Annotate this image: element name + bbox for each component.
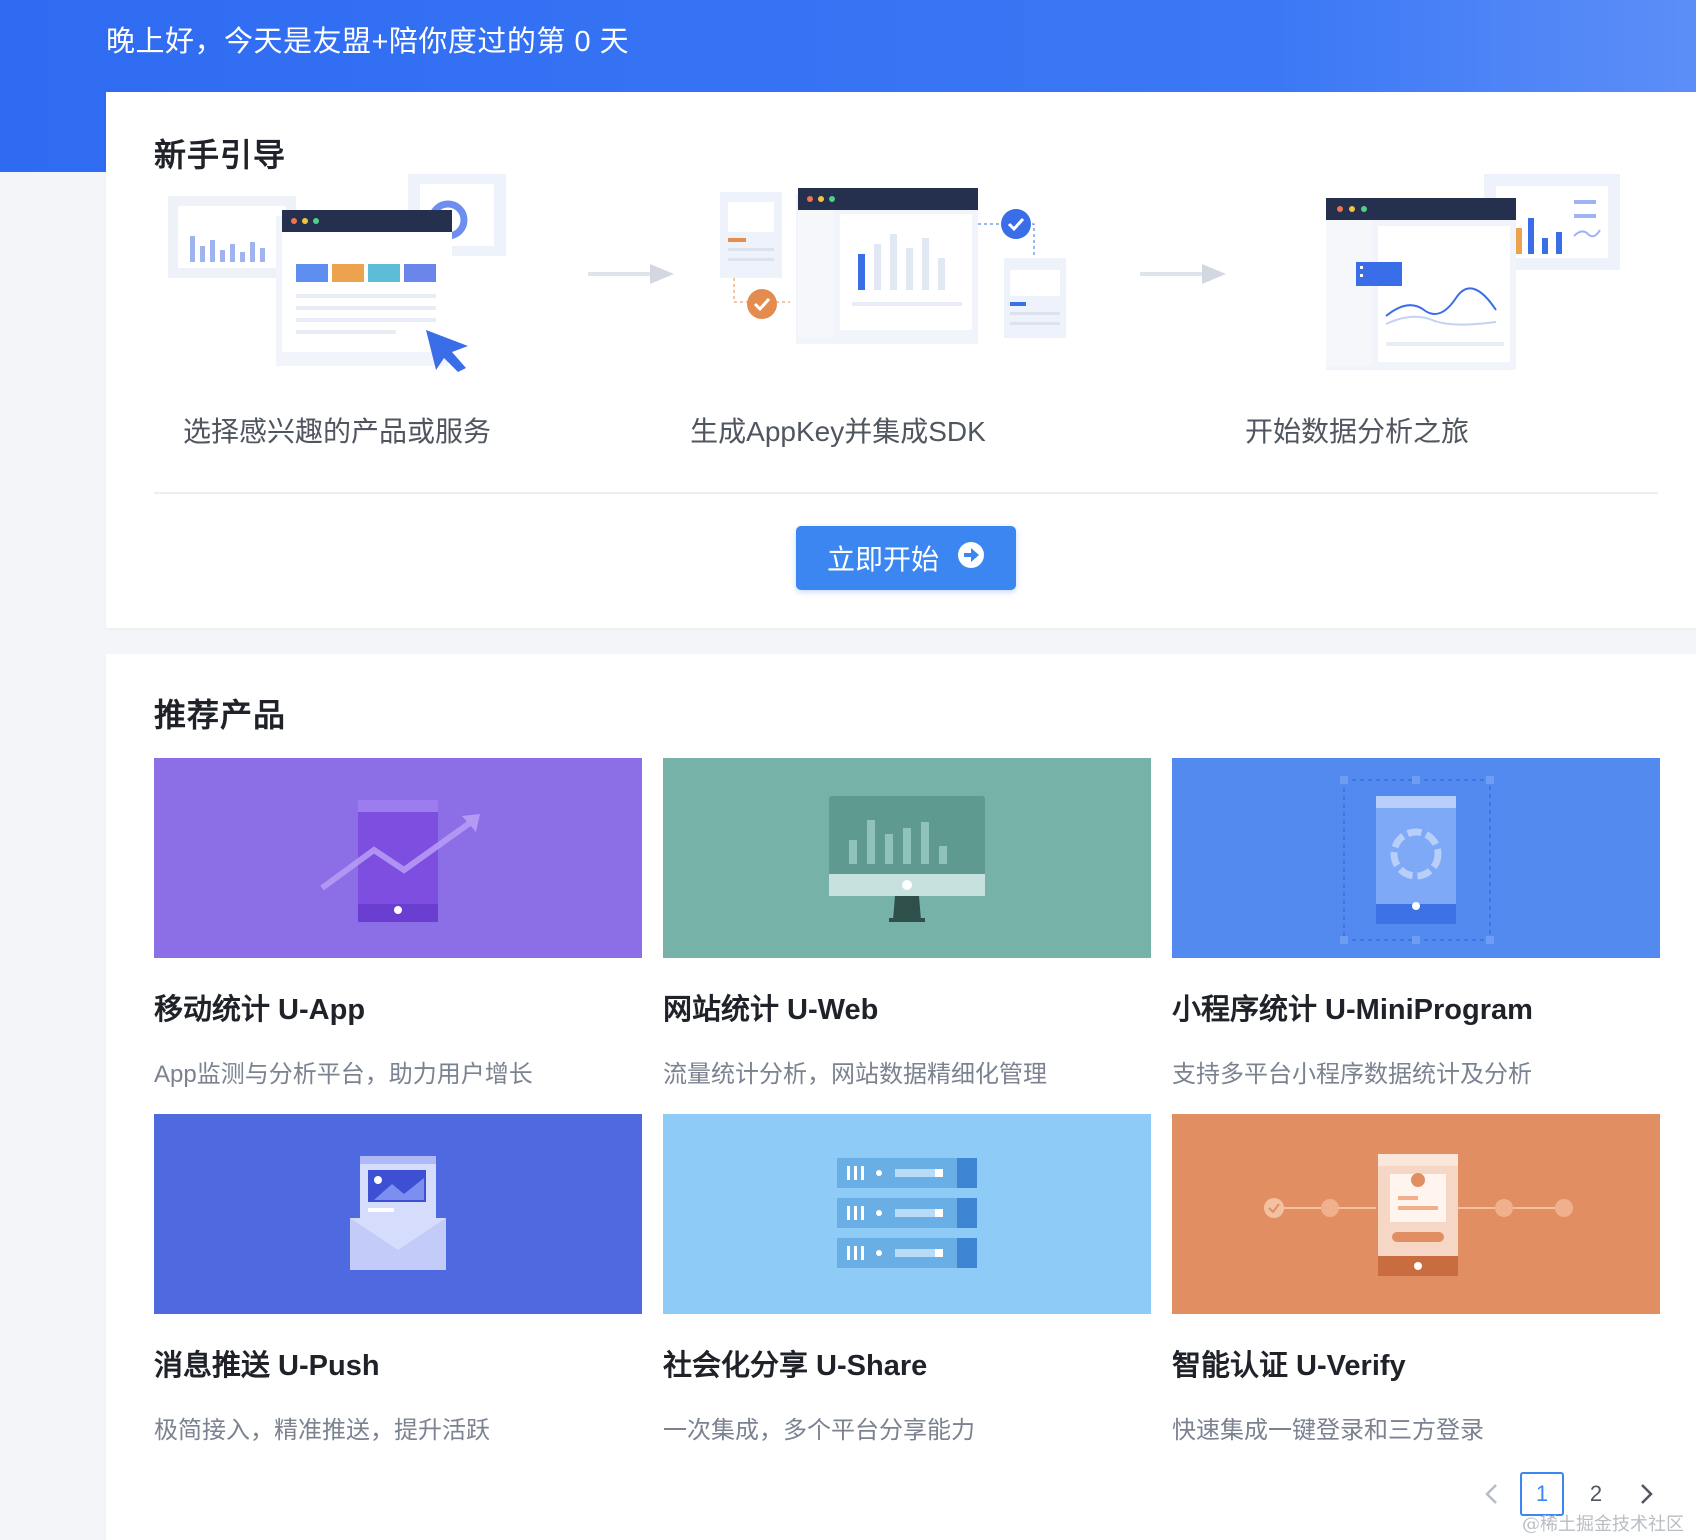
guide-title: 新手引导 [154,137,287,173]
step-3-illustration [1316,174,1636,379]
start-button[interactable]: 立即开始 [796,526,1016,590]
product-image [663,758,1151,958]
product-desc: 快速集成一键登录和三方登录 [1172,1417,1484,1444]
watermark: @稀土掘金技术社区 [1522,1514,1684,1535]
product-name: 智能认证 U-Verify [1172,1350,1406,1382]
arrow-right-icon [588,262,674,291]
arrow-right-icon [1140,262,1226,291]
product-image [1172,758,1660,958]
arrow-circle-right-icon [957,541,985,576]
product-name: 移动统计 U-App [154,994,366,1026]
product-card-u-miniprogram[interactable]: 小程序统计 U-MiniProgram 支持多平台小程序数据统计及分析 [1172,758,1660,1089]
product-image [154,758,642,958]
divider [154,492,1658,494]
product-image [663,1114,1151,1314]
products-title: 推荐产品 [154,697,287,733]
product-card-u-share[interactable]: 社会化分享 U-Share 一次集成，多个平台分享能力 [663,1114,1151,1445]
verify-phone-icon [1172,1114,1660,1314]
product-desc: 极简接入，精准推送，提升活跃 [154,1417,490,1444]
chevron-right-icon [1641,1484,1653,1504]
server-icon [663,1114,1151,1314]
product-desc: App监测与分析平台，助力用户增长 [154,1061,533,1088]
product-image [154,1114,642,1314]
product-name: 小程序统计 U-MiniProgram [1172,994,1533,1026]
envelope-icon [154,1114,642,1314]
step-1-label: 选择感兴趣的产品或服务 [182,416,491,447]
product-desc: 流量统计分析，网站数据精细化管理 [663,1061,1047,1088]
greeting-text: 晚上好，今天是友盟+陪你度过的第 0 天 [106,26,630,58]
product-name: 网站统计 U-Web [663,994,879,1026]
miniprogram-phone-icon [1172,758,1660,958]
guide-card: 新手引导 选择感兴趣的产品或服务 生成AppKey并集成SDK 开始数据分析之旅… [106,92,1696,628]
product-card-u-verify[interactable]: 智能认证 U-Verify 快速集成一键登录和三方登录 [1172,1114,1660,1445]
product-image [1172,1114,1660,1314]
product-name: 消息推送 U-Push [154,1350,380,1382]
product-card-u-push[interactable]: 消息推送 U-Push 极简接入，精准推送，提升活跃 [154,1114,642,1445]
step-2-illustration [720,174,1080,379]
next-page-button[interactable] [1628,1475,1666,1513]
chart-phone-icon [154,758,642,958]
product-card-u-web[interactable]: 网站统计 U-Web 流量统计分析，网站数据精细化管理 [663,758,1151,1089]
step-3-label: 开始数据分析之旅 [1244,416,1469,447]
start-button-label: 立即开始 [826,544,939,575]
product-desc: 支持多平台小程序数据统计及分析 [1172,1061,1532,1088]
product-card-u-app[interactable]: 移动统计 U-App App监测与分析平台，助力用户增长 [154,758,642,1089]
product-name: 社会化分享 U-Share [663,1350,928,1382]
prev-page-button[interactable] [1472,1475,1510,1513]
chevron-left-icon [1485,1484,1497,1504]
product-desc: 一次集成，多个平台分享能力 [663,1417,975,1444]
step-2-label: 生成AppKey并集成SDK [690,416,986,447]
products-card: 推荐产品 移动统计 U-App App监测与分析平台，助力用户增长 网站统计 U… [106,654,1696,1540]
monitor-icon [663,758,1151,958]
step-1-illustration [168,174,508,379]
